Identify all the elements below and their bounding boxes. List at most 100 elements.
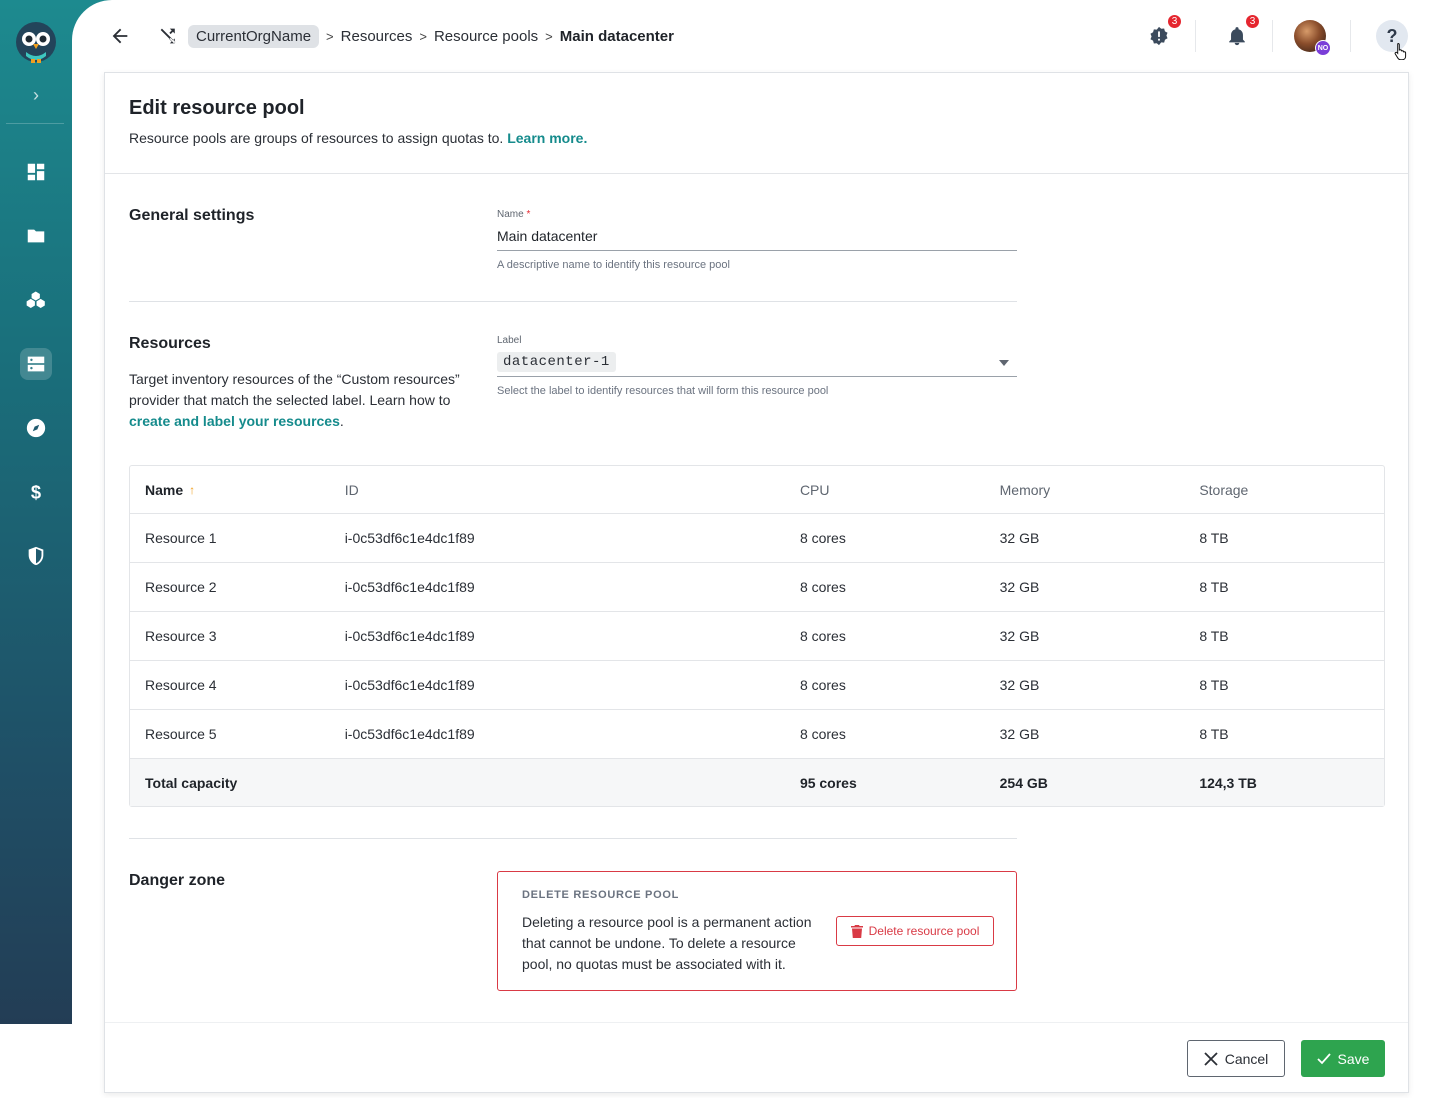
cell-memory: 32 GB	[999, 726, 1040, 742]
close-icon	[1204, 1051, 1218, 1066]
sidebar-item-resources[interactable]	[20, 284, 52, 316]
dashboard-icon	[27, 163, 45, 181]
sort-ascending-icon: ↑	[189, 482, 196, 497]
delete-resource-pool-button[interactable]: Delete resource pool	[836, 916, 994, 946]
hand-cursor-icon	[1394, 42, 1407, 60]
resources-table: Name ↑ ID CPU Memory Storage Resource 1 …	[129, 465, 1385, 807]
sidebar-item-billing[interactable]: $	[20, 476, 52, 508]
cell-storage: 8 TB	[1199, 579, 1229, 595]
label-select[interactable]: datacenter-1	[497, 348, 1017, 377]
learn-more-link[interactable]: Learn more.	[507, 130, 587, 146]
dropdown-caret-icon	[999, 360, 1009, 366]
chevron-right-icon: >	[545, 28, 553, 44]
breadcrumb: CurrentOrgName > Resources > Resource po…	[188, 24, 674, 48]
alerts-button[interactable]: 3	[1145, 14, 1182, 50]
breadcrumb-resource-pools[interactable]: Resource pools	[434, 28, 538, 45]
save-button[interactable]: Save	[1301, 1040, 1385, 1077]
cell-cpu: 8 cores	[799, 579, 846, 595]
breadcrumb-resources[interactable]: Resources	[341, 28, 413, 45]
name-label-text: Name	[497, 209, 524, 220]
divider	[1195, 20, 1196, 52]
cell-cpu: 8 cores	[799, 677, 846, 693]
delete-resource-pool-box: DELETE RESOURCE POOL Deleting a resource…	[497, 871, 1017, 991]
name-input-value: Main datacenter	[497, 228, 598, 244]
main-panel: CurrentOrgName > Resources > Resource po…	[72, 0, 1440, 1098]
cell-memory: 32 GB	[999, 530, 1040, 546]
label-label: Label	[497, 335, 522, 346]
cell-storage: 8 TB	[1199, 726, 1229, 742]
table-row: Resource 2 i-0c53df6c1e4dc1f89 8 cores 3…	[130, 563, 1384, 612]
card-header: Edit resource pool Resource pools are gr…	[105, 73, 1408, 174]
cell-id: i-0c53df6c1e4dc1f89	[344, 677, 475, 693]
period: .	[339, 413, 344, 429]
sidebar-item-explore[interactable]	[20, 412, 52, 444]
shield-icon	[28, 546, 44, 566]
breadcrumb-org[interactable]: CurrentOrgName	[188, 24, 320, 48]
column-header-id: ID	[344, 481, 359, 498]
name-field: Name * Main datacenter A descriptive nam…	[497, 209, 1017, 271]
delete-box-title: DELETE RESOURCE POOL	[522, 889, 680, 901]
divider	[1272, 20, 1273, 52]
dollar-icon: $	[31, 481, 41, 502]
page-title: Edit resource pool	[129, 97, 305, 119]
description-text: Resource pools are groups of resources t…	[129, 130, 504, 146]
cell-storage: 8 TB	[1199, 628, 1229, 644]
cell-name: Resource 2	[145, 579, 217, 595]
cell-cpu: 8 cores	[799, 530, 846, 546]
switch-org-icon[interactable]	[154, 22, 182, 50]
bell-icon	[1229, 27, 1245, 46]
delete-button-label: Delete resource pool	[868, 924, 980, 938]
general-settings-title: General settings	[129, 207, 255, 224]
table-header-row: Name ↑ ID CPU Memory Storage	[130, 466, 1384, 514]
owl-logo-icon[interactable]	[16, 22, 56, 64]
avatar-org-badge: NO	[1315, 40, 1331, 56]
cell-storage: 8 TB	[1199, 530, 1229, 546]
avatar[interactable]: NO	[1294, 20, 1331, 56]
server-icon	[27, 356, 45, 372]
cell-name: Resource 5	[145, 726, 217, 742]
notifications-button[interactable]: 3	[1223, 14, 1260, 50]
sidebar-item-security[interactable]	[20, 540, 52, 572]
top-bar: CurrentOrgName > Resources > Resource po…	[72, 0, 1440, 72]
column-header-cpu: CPU	[799, 481, 830, 498]
cell-memory: 32 GB	[999, 628, 1040, 644]
card-footer: Cancel Save	[105, 1022, 1408, 1093]
cell-name: Resource 3	[145, 628, 217, 644]
save-button-label: Save	[1337, 1050, 1370, 1067]
sidebar-item-dashboard[interactable]	[20, 156, 52, 188]
divider	[1350, 20, 1351, 52]
table-row: Resource 5 i-0c53df6c1e4dc1f89 8 cores 3…	[130, 710, 1384, 759]
cell-id: i-0c53df6c1e4dc1f89	[344, 726, 475, 742]
resources-description-text: Target inventory resources of the “Custo…	[129, 371, 460, 408]
cancel-button[interactable]: Cancel	[1187, 1040, 1285, 1077]
cell-memory: 32 GB	[999, 579, 1040, 595]
name-label: Name *	[497, 209, 1017, 220]
back-arrow-icon[interactable]	[106, 22, 134, 50]
compass-icon	[26, 418, 46, 438]
page-description: Resource pools are groups of resources t…	[129, 130, 587, 146]
danger-zone-title: Danger zone	[129, 872, 226, 889]
section-divider	[129, 301, 1017, 302]
cell-id: i-0c53df6c1e4dc1f89	[344, 628, 475, 644]
sidebar-divider	[6, 123, 64, 124]
sidebar-item-folders[interactable]	[20, 220, 52, 252]
trash-icon	[850, 924, 863, 938]
column-header-name[interactable]: Name ↑	[130, 482, 330, 498]
notifications-count-badge: 3	[1245, 14, 1260, 29]
chevron-right-icon: >	[419, 28, 427, 44]
required-asterisk: *	[526, 209, 531, 220]
cell-memory: 32 GB	[999, 677, 1040, 693]
expand-sidebar-chevron-icon[interactable]: ›	[24, 83, 48, 107]
delete-warning-text: Deleting a resource pool is a permanent …	[522, 914, 812, 972]
breadcrumb-current: Main datacenter	[559, 27, 674, 45]
resources-icon	[26, 291, 45, 308]
label-chip: datacenter-1	[497, 352, 616, 372]
create-label-resources-link[interactable]: create and label your resources	[129, 413, 340, 429]
cell-id: i-0c53df6c1e4dc1f89	[344, 530, 475, 546]
name-input[interactable]: Main datacenter	[497, 222, 1017, 251]
cell-name: Resource 1	[145, 530, 217, 546]
sidebar-item-servers[interactable]	[20, 348, 52, 380]
chevron-right-icon: >	[326, 28, 334, 44]
cell-id: i-0c53df6c1e4dc1f89	[344, 579, 475, 595]
resources-description: Target inventory resources of the “Custo…	[129, 369, 474, 432]
